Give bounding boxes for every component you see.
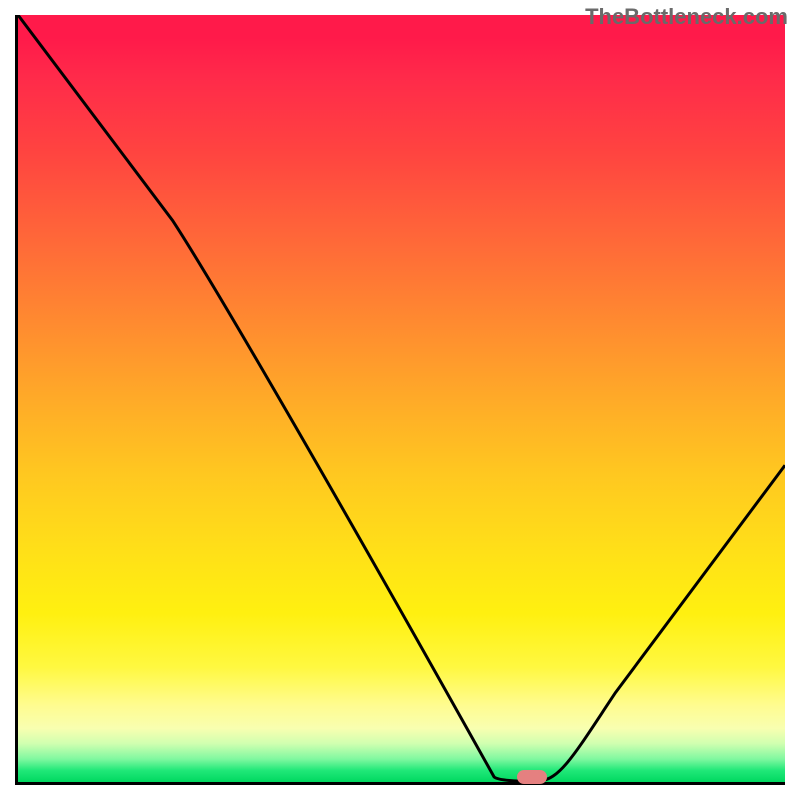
optimal-marker [517,770,547,784]
attribution-text: TheBottleneck.com [585,4,788,30]
plot-area [15,15,785,785]
bottleneck-curve [18,15,785,782]
curve-path [18,15,785,781]
